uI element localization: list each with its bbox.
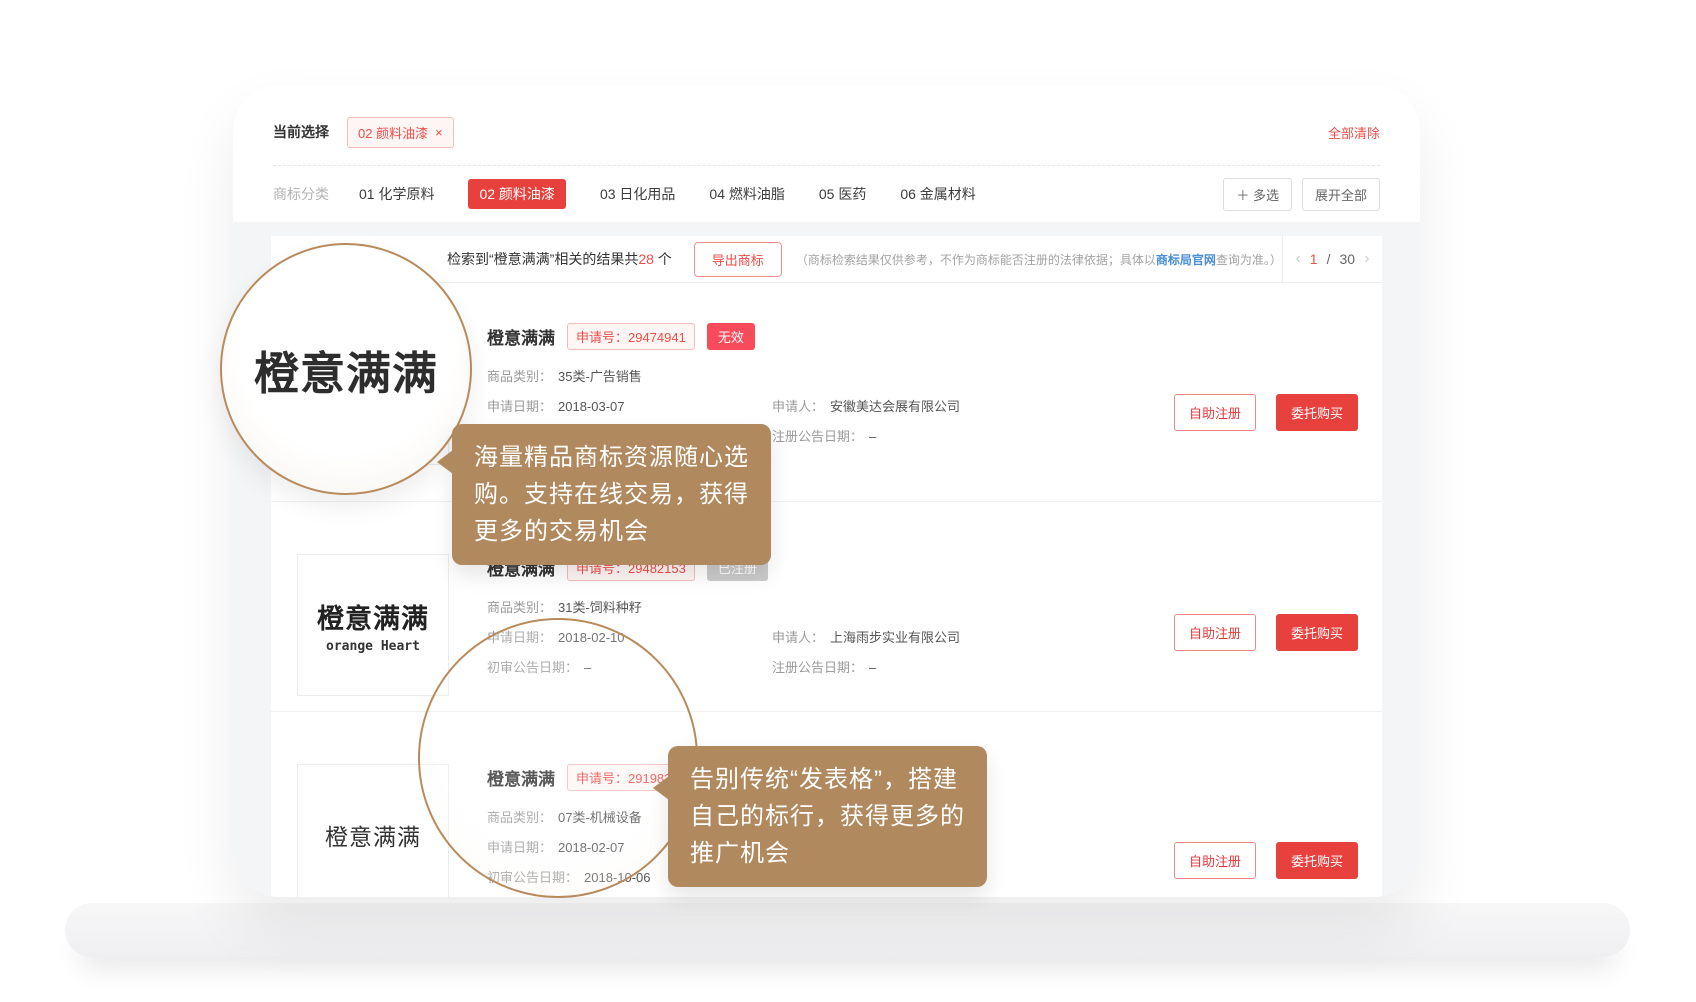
category-item-04[interactable]: 04 燃料油脂 [709,179,784,209]
callout-tooltip: 告别传统“发表格”，搭建 自己的标行，获得更多的 推广机会 [668,746,987,887]
trademark-image-text: 橙意满满 [317,597,429,636]
tooltip-arrow-icon [437,450,453,474]
field-category: 商品类别：35类-广告销售 [487,366,1158,385]
status-badge: 无效 [707,323,755,350]
category-item-01[interactable]: 01 化学原料 [359,179,434,209]
selected-filter-tag[interactable]: 02 颜料油漆 × [347,117,454,148]
expand-all-button[interactable]: 展开全部 [1302,178,1380,211]
trademark-office-link[interactable]: 商标局官网 [1156,253,1216,267]
laptop-base [65,903,1630,957]
category-item-03[interactable]: 03 日化用品 [600,179,675,209]
pagination-separator: / [1327,251,1331,267]
chevron-right-icon[interactable]: › [1364,250,1369,268]
export-trademarks-button[interactable]: 导出商标 [694,242,782,277]
trademark-image: 橙意满满 orange Heart [297,554,449,696]
tooltip-line: 推广机会 [690,835,965,872]
category-item-06[interactable]: 06 金属材料 [900,179,975,209]
current-selection-label: 当前选择 [273,122,329,142]
field-apply-date: 申请日期：2018-03-07 [487,396,772,415]
category-row: 商标分类 01 化学原料 02 颜料油漆 03 日化用品 04 燃料油脂 05 … [273,166,1380,222]
entrust-buy-button[interactable]: 委托购买 [1276,394,1358,431]
trademark-image-subtext: orange Heart [326,639,420,654]
field-category: 商品类别：31类-饲料种籽 [487,597,1158,616]
tooltip-line: 自己的标行，获得更多的 [690,798,965,835]
selected-filter-tag-label: 02 颜料油漆 [358,123,428,142]
row-actions: 自助注册 委托购买 [1174,394,1358,431]
field-applicant: 申请人：安徽美达会展有限公司 [772,396,1158,415]
disclaimer-pre: （商标检索结果仅供参考，不作为商标能否注册的法律依据；具体以 [796,253,1156,267]
results-summary-suffix: 个 [654,251,672,267]
magnified-trademark-text: 橙意满满 [254,337,438,402]
entrust-buy-button[interactable]: 委托购买 [1276,842,1358,879]
pagination-current: 1 [1310,251,1318,267]
page: 当前选择 02 颜料油漆 × 全部清除 商标分类 01 化学原料 02 颜料油漆… [0,0,1696,1002]
application-number-label: 申请号： [576,330,628,345]
trademark-image-text: 橙意满满 [325,818,421,852]
magnifier-lens: 橙意满满 [220,243,472,495]
field-reg-pub: 注册公告日期：– [772,657,1158,676]
tooltip-line: 告别传统“发表格”，搭建 [690,761,965,798]
category-item-02-selected[interactable]: 02 颜料油漆 [468,179,565,209]
disclaimer-post: 查询为准。） [1216,253,1282,267]
category-row-label: 商标分类 [273,184,329,204]
trademark-title-line: 橙意满满 申请号：29474941 无效 [487,323,1158,350]
category-item-05[interactable]: 05 医药 [819,179,866,209]
row-actions: 自助注册 委托购买 [1174,614,1358,651]
tooltip-arrow-icon [653,776,669,800]
self-register-button[interactable]: 自助注册 [1174,842,1256,879]
results-summary-text: 检索到“橙意满满”相关的结果共 [447,251,638,267]
disclaimer-text: （商标检索结果仅供参考，不作为商标能否注册的法律依据；具体以商标局官网查询为准。… [796,251,1282,268]
pagination-total: 30 [1339,251,1355,267]
chevron-left-icon[interactable]: ‹ [1295,250,1300,268]
application-number-tag: 申请号：29474941 [567,323,695,350]
tooltip-line: 更多的交易机会 [474,513,749,550]
callout-tooltip: 海量精品商标资源随心选 购。支持在线交易，获得 更多的交易机会 [452,424,771,565]
results-summary: 检索到“橙意满满”相关的结果共28 个 [447,249,672,269]
tooltip-line: 海量精品商标资源随心选 [474,439,749,476]
pagination: ‹ 1 / 30 › [1282,236,1382,282]
trademark-name: 橙意满满 [487,324,555,349]
results-count: 28 [638,251,654,267]
table-row: 橙意满满 orange Heart 橙意满满 申请号：29482153 已注册 … [271,501,1382,711]
self-register-button[interactable]: 自助注册 [1174,614,1256,651]
field-applicant: 申请人：上海雨步实业有限公司 [772,627,1158,646]
row-actions: 自助注册 委托购买 [1174,842,1358,879]
clear-all-link[interactable]: 全部清除 [1328,123,1380,142]
results-header: 检索到“橙意满满”相关的结果共28 个 导出商标 （商标检索结果仅供参考，不作为… [271,236,1382,283]
application-number-value: 29474941 [628,330,686,345]
multi-select-button[interactable]: ＋ 多选 [1223,178,1292,211]
filter-header: 当前选择 02 颜料油漆 × 全部清除 商标分类 01 化学原料 02 颜料油漆… [233,85,1420,222]
entrust-buy-button[interactable]: 委托购买 [1276,614,1358,651]
tooltip-line: 购。支持在线交易，获得 [474,476,749,513]
magnifier-lens [418,618,698,898]
field-reg-pub: 注册公告日期：– [772,426,1158,445]
current-selection-row: 当前选择 02 颜料油漆 × 全部清除 [273,115,1380,149]
self-register-button[interactable]: 自助注册 [1174,394,1256,431]
close-icon[interactable]: × [435,126,443,139]
